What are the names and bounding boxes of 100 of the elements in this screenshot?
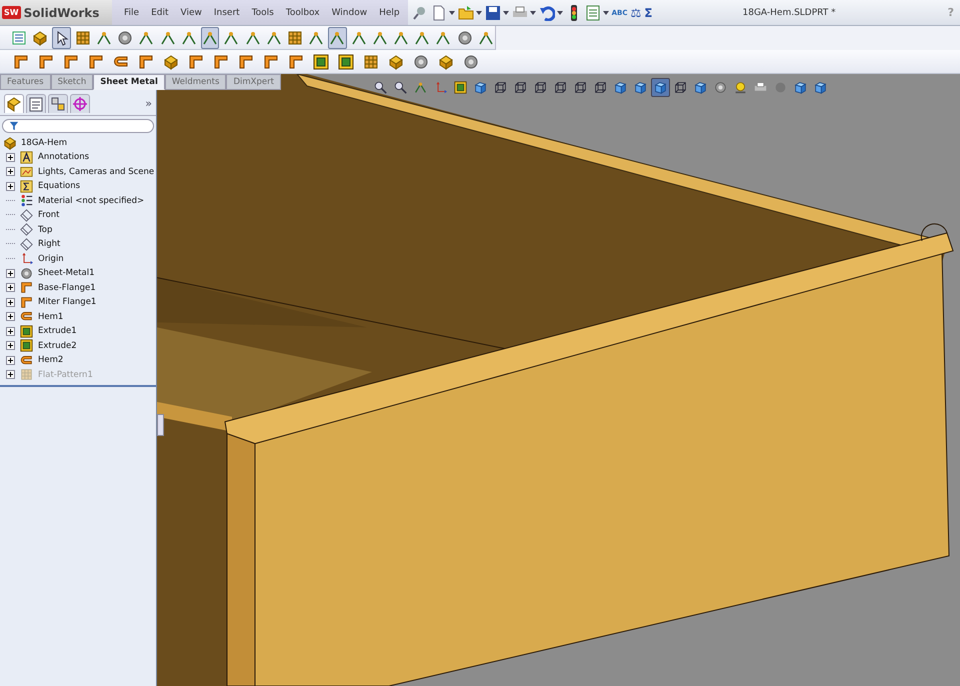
sheet-metal-icon (13, 54, 29, 70)
filter-icon (9, 121, 19, 131)
command-tab[interactable]: Features (0, 74, 51, 90)
list-icon[interactable] (584, 4, 601, 20)
expand-icon[interactable] (6, 370, 15, 380)
cube-icon (694, 81, 707, 94)
menu-item[interactable]: Window (332, 8, 368, 18)
expand-icon[interactable] (6, 312, 15, 322)
tree-item[interactable]: Annotations (38, 152, 90, 162)
caret-icon[interactable] (556, 10, 563, 14)
cube-icon (814, 81, 827, 94)
tree-item[interactable]: Front (38, 210, 60, 220)
tree-item[interactable]: Origin (38, 254, 64, 264)
grid-icon (20, 368, 33, 382)
expand-icon[interactable] (6, 182, 15, 191)
tree-item[interactable]: 18GA-Hem (21, 138, 67, 148)
filter-field[interactable] (2, 119, 154, 133)
tree-item[interactable]: Material <not specified> (38, 196, 144, 206)
tree-item[interactable]: Miter Flange1 (38, 297, 96, 308)
tree-item[interactable]: Hem2 (38, 355, 64, 366)
panel-tab[interactable] (70, 94, 90, 113)
menu-item[interactable]: Insert (214, 8, 240, 18)
sheet-metal-icon (138, 54, 154, 70)
document-title: 18GA-Hem.SLDPRT * (742, 8, 836, 18)
caret-icon[interactable] (502, 10, 509, 14)
lights-icon (20, 165, 33, 178)
tree-item[interactable]: Lights, Cameras and Scene (38, 166, 154, 177)
expand-icon[interactable] (6, 298, 15, 307)
undo-icon[interactable] (538, 4, 555, 20)
panel-splitter[interactable] (157, 414, 164, 436)
expand-icon[interactable] (6, 167, 15, 176)
extrude-icon (20, 324, 33, 338)
toolbar-button[interactable] (52, 26, 71, 48)
caret-icon[interactable] (602, 10, 609, 14)
expand-panel-button[interactable]: » (145, 97, 152, 110)
config-icon (50, 96, 66, 112)
properties-icon (28, 96, 44, 112)
expand-icon[interactable] (6, 268, 15, 278)
panel-tab[interactable] (4, 94, 24, 113)
sheet-metal-icon (20, 281, 33, 294)
sheet-metal-icon (238, 54, 254, 70)
menu-item[interactable]: Help (379, 8, 400, 18)
command-tab[interactable]: Sheet Metal (93, 74, 165, 90)
sheet-metal-icon (188, 54, 204, 70)
tree-item[interactable]: Extrude1 (38, 326, 77, 336)
view-button[interactable] (651, 78, 670, 97)
expand-icon[interactable] (6, 341, 15, 350)
sheet-metal-icon (263, 54, 279, 70)
grid-icon (286, 30, 303, 46)
panel-tab[interactable] (26, 94, 46, 113)
extrude-icon (338, 54, 354, 70)
list-icon (11, 30, 28, 46)
folder-icon[interactable] (458, 4, 474, 20)
expand-icon[interactable] (6, 152, 15, 162)
page-icon[interactable] (430, 4, 447, 20)
menu-item[interactable]: Tools (252, 8, 274, 18)
annotation-icon (20, 150, 33, 164)
tree-icon (6, 96, 22, 112)
command-tab[interactable]: DimXpert (226, 74, 281, 90)
tree-item[interactable]: Equations (38, 181, 80, 192)
origin-icon (434, 81, 447, 94)
toolbar-button[interactable] (328, 26, 346, 48)
panel-tab[interactable] (48, 94, 68, 113)
extrude-icon (20, 339, 33, 352)
part-icon (388, 54, 404, 70)
toolbar-button[interactable] (200, 26, 220, 48)
command-tab[interactable]: Sketch (50, 74, 94, 90)
hem-icon (20, 354, 33, 367)
expand-icon[interactable] (6, 326, 15, 336)
part-icon (163, 54, 179, 70)
tree-item[interactable]: Extrude2 (38, 340, 77, 351)
caret-icon[interactable] (476, 10, 482, 14)
tree-item[interactable]: Hem1 (38, 312, 64, 322)
caret-icon[interactable] (530, 10, 536, 14)
expand-icon[interactable] (6, 283, 15, 292)
menu-item[interactable]: Toolbox (286, 8, 320, 18)
cube-icon (794, 81, 807, 94)
part-icon (438, 54, 454, 70)
tree-item[interactable]: Base-Flange1 (38, 282, 96, 293)
sheet-metal-icon (88, 54, 104, 70)
grid-icon (74, 30, 91, 46)
tree-item[interactable]: Top (38, 224, 52, 235)
part-icon (3, 136, 17, 150)
cube-icon (654, 81, 667, 94)
menu-item[interactable]: Edit (151, 8, 168, 18)
app-name: SolidWorks (24, 6, 100, 20)
cube-icon (474, 81, 487, 94)
toolbar-glyph[interactable]: ⚖ (630, 6, 642, 20)
cube-icon (634, 81, 647, 94)
expand-icon[interactable] (6, 356, 15, 365)
tree-item[interactable]: Right (38, 239, 60, 250)
caret-icon[interactable] (448, 10, 455, 14)
sheet-metal-icon (213, 54, 229, 70)
menu-item[interactable]: File (124, 8, 140, 18)
sheet-metal-icon (38, 54, 54, 70)
menu-item[interactable]: View (180, 8, 202, 18)
toolbar-glyph[interactable]: Σ (644, 6, 652, 20)
command-tab[interactable]: Weldments (164, 74, 226, 90)
logo-badge: SW (2, 6, 21, 19)
tree-item[interactable]: Sheet-Metal1 (38, 268, 95, 278)
